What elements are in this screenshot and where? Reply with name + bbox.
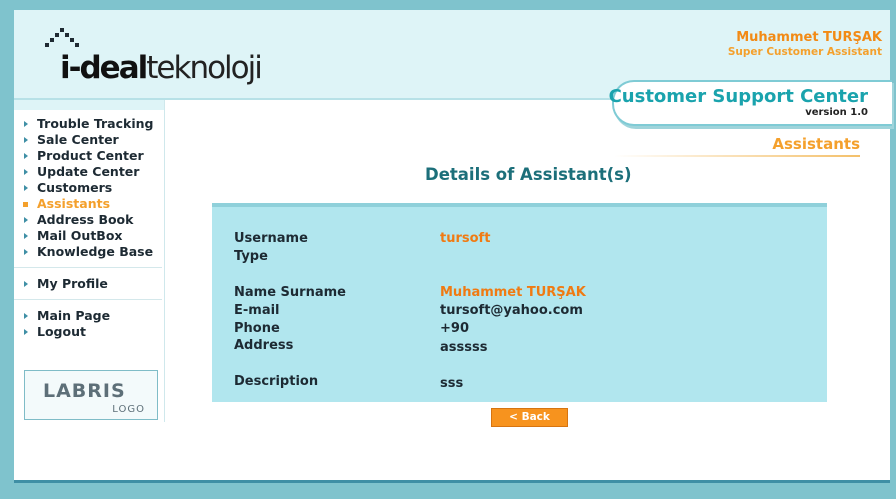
sidebar-top-strip	[14, 100, 164, 110]
email-row: E-mail tursoft@yahoo.com	[234, 303, 583, 318]
address-value: asssss	[440, 340, 488, 355]
email-value: tursoft@yahoo.com	[440, 303, 583, 318]
page-title: Details of Assistant(s)	[425, 165, 632, 184]
menu-group-session: Main Page Logout	[22, 308, 162, 340]
app-frame: i-dealteknoloji Muhammet TURŞAK Super Cu…	[14, 10, 892, 483]
description-row: Description sss	[234, 374, 463, 391]
assistant-details-panel: Username tursoft Type Name Surname Muham…	[212, 203, 827, 402]
sidebar-item-label: Knowledge Base	[37, 244, 154, 259]
sidebar: Trouble Tracking Sale Center Product Cen…	[14, 100, 165, 422]
arrow-bullet-icon	[24, 121, 28, 127]
back-button[interactable]: < Back	[491, 408, 568, 427]
sidebar-item-label: Customers	[37, 180, 113, 195]
sidebar-item-label: My Profile	[37, 276, 108, 291]
username-row: Username tursoft	[234, 231, 490, 246]
sidebar-item-label: Mail OutBox	[37, 228, 123, 243]
sidebar-item-label: Update Center	[37, 164, 140, 179]
arrow-bullet-icon	[24, 233, 28, 239]
partner-logo-main: LABRIS	[43, 380, 126, 402]
sidebar-item-my-profile[interactable]: My Profile	[22, 276, 162, 292]
partner-logo-sub: LOGO	[112, 404, 145, 415]
sidebar-menu: Trouble Tracking Sale Center Product Cen…	[14, 116, 162, 340]
menu-divider	[14, 299, 162, 300]
name-row: Name Surname Muhammet TURŞAK	[234, 285, 586, 300]
sidebar-item-label: Assistants	[37, 196, 111, 211]
sidebar-item-label: Address Book	[37, 212, 134, 227]
partner-logo[interactable]: LABRIS LOGO	[24, 370, 158, 420]
arrow-bullet-icon	[24, 313, 28, 319]
square-bullet-icon	[23, 202, 28, 207]
username-value: tursoft	[440, 231, 491, 246]
sidebar-item-label: Trouble Tracking	[37, 116, 154, 131]
sidebar-item-label: Main Page	[37, 308, 111, 323]
arrow-bullet-icon	[24, 329, 28, 335]
name-value: Muhammet TURŞAK	[440, 285, 586, 300]
phone-label: Phone	[234, 321, 280, 336]
sidebar-item-label: Sale Center	[37, 132, 119, 147]
arrow-bullet-icon	[24, 217, 28, 223]
app-title: Customer Support Center	[608, 86, 868, 107]
arrow-bullet-icon	[24, 153, 28, 159]
arrow-bullet-icon	[24, 249, 28, 255]
logo-text-bold: i-deal	[60, 50, 148, 86]
address-row: Address asssss	[234, 338, 487, 355]
menu-divider	[14, 267, 162, 268]
email-label: E-mail	[234, 303, 280, 318]
type-label: Type	[234, 249, 268, 264]
phone-value: +90	[440, 321, 469, 336]
section-underline	[614, 155, 860, 157]
sidebar-item-logout[interactable]: Logout	[22, 324, 162, 340]
logo-wordmark: i-dealteknoloji	[60, 50, 263, 86]
sidebar-item-sale-center[interactable]: Sale Center	[22, 132, 162, 148]
arrow-bullet-icon	[24, 137, 28, 143]
sidebar-item-address-book[interactable]: Address Book	[22, 212, 162, 228]
app-title-badge: Customer Support Center version 1.0	[608, 80, 892, 126]
current-user-name: Muhammet TURŞAK	[736, 30, 882, 45]
arrow-bullet-icon	[24, 169, 28, 175]
sidebar-item-knowledge-base[interactable]: Knowledge Base	[22, 244, 162, 260]
type-row: Type	[234, 249, 268, 264]
phone-row: Phone +90	[234, 321, 469, 336]
sidebar-item-assistants[interactable]: Assistants	[22, 196, 162, 212]
sidebar-item-update-center[interactable]: Update Center	[22, 164, 162, 180]
sidebar-item-customers[interactable]: Customers	[22, 180, 162, 196]
description-label: Description	[234, 374, 319, 389]
name-label: Name Surname	[234, 285, 346, 300]
sidebar-item-mail-outbox[interactable]: Mail OutBox	[22, 228, 162, 244]
sidebar-item-label: Logout	[37, 324, 86, 339]
sidebar-item-main-page[interactable]: Main Page	[22, 308, 162, 324]
company-logo[interactable]: i-dealteknoloji	[44, 26, 264, 86]
address-label: Address	[234, 338, 294, 353]
description-value: sss	[440, 376, 464, 391]
arrow-bullet-icon	[24, 281, 28, 287]
menu-group-main: Trouble Tracking Sale Center Product Cen…	[22, 116, 162, 260]
footer-bar	[14, 480, 890, 483]
sidebar-item-trouble-tracking[interactable]: Trouble Tracking	[22, 116, 162, 132]
section-title: Assistants	[772, 135, 860, 153]
sidebar-item-product-center[interactable]: Product Center	[22, 148, 162, 164]
app-version: version 1.0	[805, 107, 868, 118]
menu-group-profile: My Profile	[22, 276, 162, 292]
current-user-role: Super Customer Assistant	[727, 46, 882, 58]
username-label: Username	[234, 231, 308, 246]
arrow-bullet-icon	[24, 185, 28, 191]
logo-text-light: teknoloji	[146, 50, 263, 86]
sidebar-item-label: Product Center	[37, 148, 144, 163]
